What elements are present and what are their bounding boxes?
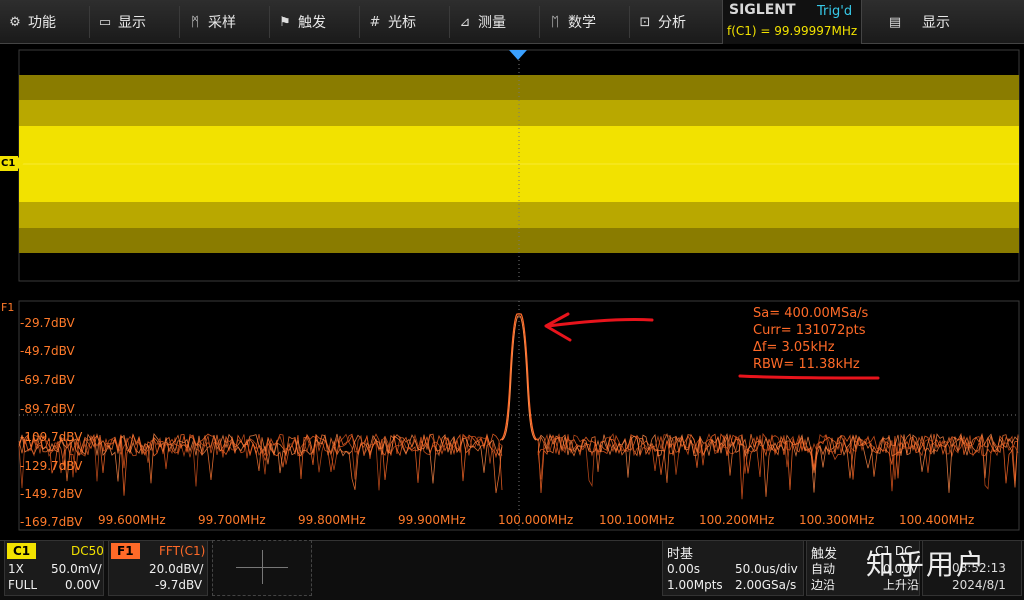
- freq-tick-label: 100.300MHz: [799, 513, 875, 527]
- freq-tick-label: 99.700MHz: [198, 513, 266, 527]
- db-tick-label: -69.7dBV: [20, 373, 75, 387]
- waveform-display[interactable]: [0, 0, 1024, 540]
- annotation-arrow: [546, 317, 654, 328]
- freq-tick-label: 99.800MHz: [298, 513, 366, 527]
- sample-rate: 2.00GSa/s: [735, 578, 797, 592]
- channel1-probe: 1X: [8, 562, 24, 576]
- timebase-scale: 50.0us/div: [735, 562, 798, 576]
- freq-tick-label: 100.000MHz: [498, 513, 574, 527]
- freq-tick-label: 99.900MHz: [398, 513, 466, 527]
- db-tick-label: -149.7dBV: [20, 487, 83, 501]
- freq-tick-label: 100.100MHz: [599, 513, 675, 527]
- fft-tag: F1: [111, 543, 140, 559]
- plus-icon-vertical: [262, 550, 263, 584]
- trigger-title: 触发: [811, 547, 838, 562]
- fft-info-panel: Sa= 400.00MSa/s Curr= 131072pts Δf= 3.05…: [753, 305, 868, 373]
- trigger-position-marker[interactable]: [509, 50, 527, 60]
- timebase-box[interactable]: 时基 0.00s 50.0us/div 1.00Mpts 2.00GSa/s: [662, 540, 804, 596]
- channel1-bandwidth: FULL: [8, 578, 38, 592]
- channel1-tag: C1: [7, 543, 37, 559]
- freq-tick-label: 99.600MHz: [98, 513, 166, 527]
- fft-rbw: RBW= 11.38kHz: [753, 357, 860, 372]
- fft-sample-rate: Sa= 400.00MSa/s: [753, 306, 869, 321]
- db-tick-label: -29.7dBV: [20, 316, 75, 330]
- db-tick-label: -169.7dBV: [20, 515, 83, 529]
- timebase-title: 时基: [667, 547, 694, 562]
- channel1-info-box[interactable]: C1 DC50 1X 50.0mV/ FULL 0.00V: [4, 540, 104, 596]
- fft-resolution: Δf= 3.05kHz: [753, 340, 835, 355]
- fft-source: FFT(C1): [159, 544, 206, 558]
- db-tick-label: -109.7dBV: [20, 430, 83, 444]
- annotation-underline: [738, 374, 880, 380]
- fft-reference: -9.7dBV: [155, 578, 203, 592]
- db-tick-label: -49.7dBV: [20, 344, 75, 358]
- channel1-coupling: DC50: [71, 544, 104, 558]
- freq-tick-label: 100.200MHz: [699, 513, 775, 527]
- db-tick-label: -129.7dBV: [20, 459, 83, 473]
- channel1-offset-marker[interactable]: C1: [0, 156, 24, 171]
- channel1-offset: 0.00V: [65, 578, 100, 592]
- channel1-scale: 50.0mV/: [51, 562, 102, 576]
- freq-tick-label: 100.400MHz: [899, 513, 975, 527]
- fft-points: Curr= 131072pts: [753, 323, 866, 338]
- trigger-mode: 自动: [811, 562, 836, 576]
- fft-channel-marker[interactable]: F1: [1, 301, 14, 314]
- db-tick-label: -89.7dBV: [20, 402, 75, 416]
- timebase-delay: 0.00s: [667, 562, 700, 576]
- memory-depth: 1.00Mpts: [667, 578, 723, 592]
- watermark: 知乎用户: [866, 548, 987, 581]
- fft-scale: 20.0dBV/: [149, 562, 204, 576]
- trigger-type: 边沿: [811, 578, 836, 592]
- annotation-arrow-head: [544, 312, 572, 342]
- fft-info-box[interactable]: F1 FFT(C1) 20.0dBV/ -9.7dBV: [108, 540, 208, 596]
